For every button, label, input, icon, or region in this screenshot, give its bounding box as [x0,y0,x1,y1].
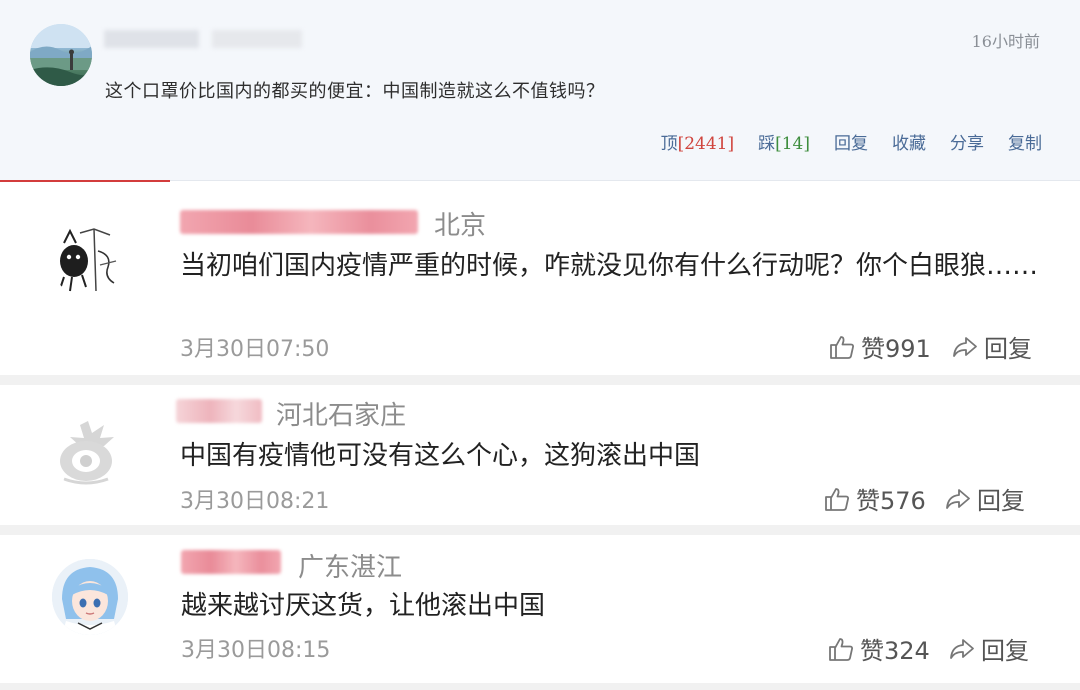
avatar[interactable] [50,413,126,489]
downvote-label: 踩 [758,134,776,154]
favorite-button[interactable]: 收藏 [892,129,926,154]
like-count: 赞576 [856,487,926,515]
list-item: 广东湛江 越来越讨厌这货，让他滚出中国 3月30日08:15 赞324 回复 [0,535,1080,690]
share-arrow-icon [949,636,975,662]
downvote-button[interactable]: 踩[14] [758,129,810,154]
divider [0,683,1080,690]
like-button[interactable]: 赞991 [829,329,931,364]
comment-time: 3月30日08:21 [180,489,330,514]
thumbs-up-icon [828,636,854,662]
blurred-username [104,30,199,48]
reply-label: 回复 [981,637,1029,665]
downvote-count: [14] [775,134,810,154]
avatar-landscape-image [30,24,92,86]
user-location: 河北石家庄 [276,401,407,431]
user-location: 广东湛江 [298,553,403,583]
reply-button[interactable]: 回复 [949,631,1029,666]
comment-text: 当初咱们国内疫情严重的时候，咋就没见你有什么行动呢？你个白眼狼…… [180,251,1039,281]
divider [0,375,1080,385]
share-arrow-icon [952,334,978,360]
reply-button[interactable]: 回复 [952,329,1032,364]
blurred-username [181,550,281,574]
user-location: 北京 [434,211,487,241]
comment-time: 3月30日07:50 [180,337,330,362]
comment-text: 这个口罩价比国内的都买的便宜：中国制造就这么不值钱吗？ [105,81,605,102]
blurred-username [176,399,262,423]
cat-sketch-icon [59,228,117,292]
comment-text: 越来越讨厌这货，让他滚出中国 [181,591,546,621]
default-eye-avatar-icon [60,421,114,485]
share-button[interactable]: 分享 [950,129,984,154]
upvote-button[interactable]: 顶[2441] [661,129,735,154]
reply-label: 回复 [977,487,1025,515]
reply-button[interactable]: 回复 [945,481,1025,516]
anime-avatar-icon [52,559,128,635]
thumbs-up-icon [824,486,850,512]
top-comment-card: 16小时前 这个口罩价比国内的都买的便宜：中国制造就这么不值钱吗？ 顶[2441… [0,0,1080,181]
blurred-username-part [212,30,302,48]
avatar[interactable] [30,24,92,86]
upvote-count: [2441] [677,134,735,154]
reply-button[interactable]: 回复 [834,129,868,154]
active-tab-indicator [0,180,170,182]
comment-time: 3月30日08:15 [181,638,331,663]
like-count: 赞324 [860,637,930,665]
like-button[interactable]: 赞324 [828,631,930,666]
thumbs-up-icon [829,334,855,360]
copy-button[interactable]: 复制 [1008,129,1042,154]
like-button[interactable]: 赞576 [824,481,926,516]
comment-text: 中国有疫情他可没有这么个心，这狗滚出中国 [180,441,701,471]
comment-page: 16小时前 这个口罩价比国内的都买的便宜：中国制造就这么不值钱吗？ 顶[2441… [0,0,1080,690]
avatar[interactable] [50,221,126,297]
upvote-label: 顶 [660,134,678,154]
list-item: 北京 当初咱们国内疫情严重的时候，咋就没见你有什么行动呢？你个白眼狼…… 3月3… [0,183,1080,375]
blurred-username [180,210,418,234]
comment-action-bar: 顶[2441] 踩[14] 回复 收藏 分享 复制 [661,129,1042,154]
avatar[interactable] [52,559,128,635]
reply-label: 回复 [984,335,1032,363]
share-arrow-icon [945,486,971,512]
list-item: 河北石家庄 中国有疫情他可没有这么个心，这狗滚出中国 3月30日08:21 赞5… [0,385,1080,525]
divider [0,525,1080,535]
comment-time: 16小时前 [971,32,1040,51]
like-count: 赞991 [861,335,931,363]
